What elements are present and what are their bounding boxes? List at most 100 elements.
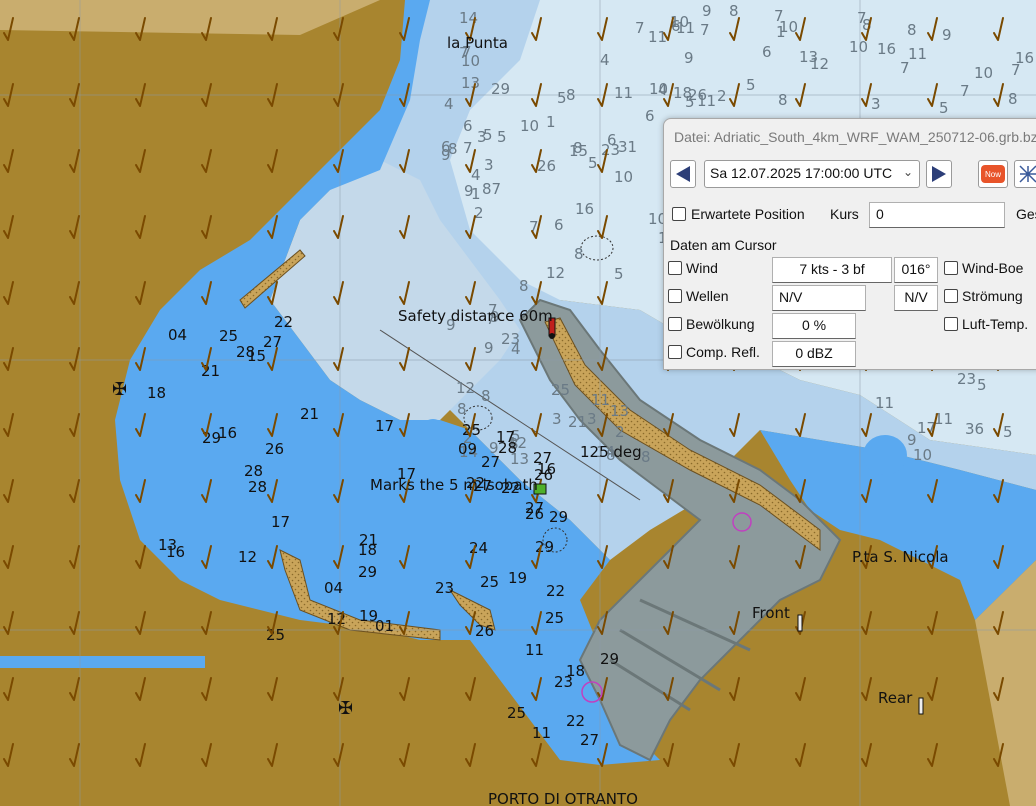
sounding-label: 12 [810, 55, 829, 73]
waves-direction: N/V [894, 285, 938, 311]
clouds-value: 0 % [772, 313, 856, 339]
waves-value: N/V [772, 285, 866, 311]
sounding-label: 6 [463, 117, 473, 135]
sounding-label: 31 [618, 138, 637, 156]
label-safety-distance: Safety distance 60m [398, 307, 553, 325]
grid-toggle-button[interactable] [1014, 160, 1036, 188]
sounding-label: 10 [974, 64, 993, 82]
label-rear: Rear [878, 689, 913, 707]
air-temp-checkbox[interactable] [944, 317, 958, 331]
course-input[interactable]: 0 [869, 202, 1005, 228]
sounding-label: 8 [457, 400, 467, 418]
sounding-label: 28 [248, 478, 267, 496]
grib-panel[interactable]: Datei: Adriatic_South_4km_WRF_WAM_250712… [663, 118, 1036, 370]
wind-checkbox[interactable] [668, 261, 682, 275]
sounding-label: 11 [525, 641, 544, 659]
sounding-label: 6 [762, 43, 772, 61]
now-button[interactable]: Now [978, 160, 1008, 188]
air-temp-label: Luft-Temp. [962, 316, 1029, 332]
sounding-label: 29 [600, 650, 619, 668]
sounding-label: 16 [575, 200, 594, 218]
sounding-label: 8 [574, 245, 584, 263]
sounding-label: 8 [573, 139, 583, 157]
shallow-patch-1 [421, 419, 445, 441]
sounding-label: 8 [481, 387, 491, 405]
sounding-label: 2 [717, 87, 727, 105]
sounding-label: 26 [525, 505, 544, 523]
lighthouse-rear [918, 697, 924, 715]
sounding-label: 22 [274, 313, 293, 331]
sounding-label: 09 [458, 440, 477, 458]
sounding-label: 25 [507, 704, 526, 722]
sounding-label: 28 [244, 462, 263, 480]
sounding-label: 21 [568, 413, 587, 431]
label-course: 125 deg [580, 443, 642, 461]
sounding-label: 10 [520, 117, 539, 135]
wind-label: Wind [686, 260, 718, 276]
speed-label: Ges [1016, 206, 1036, 222]
sounding-label: 11 [908, 45, 927, 63]
prev-time-button[interactable] [670, 160, 696, 188]
sounding-label: 12 [456, 379, 475, 397]
sounding-label: 04 [168, 326, 187, 344]
chevron-down-icon: ⌄ [902, 165, 913, 179]
sounding-label: 3 [871, 95, 881, 113]
prev-icon [676, 166, 690, 182]
label-isobath-note: Marks the 5 m isobath [370, 476, 538, 494]
sounding-label: 5 [588, 154, 598, 172]
sounding-label: 4 [658, 81, 668, 99]
sounding-label: 7 [900, 59, 910, 77]
clouds-checkbox[interactable] [668, 317, 682, 331]
sounding-label: 9 [684, 49, 694, 67]
sounding-label: 23 [435, 579, 454, 597]
sounding-label: 10 [849, 38, 868, 56]
sounding-label: 25 [545, 609, 564, 627]
sounding-label: 4 [444, 95, 454, 113]
sounding-label: 24 [469, 539, 488, 557]
sounding-label: 23 [554, 673, 573, 691]
sounding-label: 11 [532, 724, 551, 742]
wind-gust-checkbox[interactable] [944, 261, 958, 275]
sounding-label: 11 [875, 394, 894, 412]
label-la-punta: la Punta [447, 34, 508, 52]
refl-checkbox[interactable] [668, 345, 682, 359]
sounding-label: 01 [375, 617, 394, 635]
lighthouse-front [797, 614, 803, 632]
sounding-label: 27 [481, 453, 500, 471]
next-time-button[interactable] [926, 160, 952, 188]
sounding-label: 6 [441, 138, 451, 156]
sounding-label: 11 [614, 84, 633, 102]
sounding-label: 4 [511, 340, 521, 358]
grid-icon [1019, 165, 1036, 183]
sounding-label: 26 [475, 622, 494, 640]
waves-checkbox[interactable] [668, 289, 682, 303]
sounding-label: 87 [482, 180, 501, 198]
sounding-label: 21 [359, 531, 378, 549]
sounding-label: 3 [587, 410, 597, 428]
sounding-label: 36 [965, 420, 984, 438]
current-label: Strömung [962, 288, 1023, 304]
sounding-label: 7 [1011, 61, 1021, 79]
current-checkbox[interactable] [944, 289, 958, 303]
canal [0, 656, 205, 668]
sounding-label: 26 [265, 440, 284, 458]
sounding-label: 3 [552, 410, 562, 428]
sounding-label: 8 [778, 91, 788, 109]
cursor-data-heading: Daten am Cursor [670, 237, 777, 253]
sounding-label: 5 [557, 89, 567, 107]
sounding-label: 29 [535, 538, 554, 556]
wind-gust-label: Wind-Boe [962, 260, 1024, 276]
sounding-label: 23 [957, 370, 976, 388]
sounding-label: 7 [700, 21, 710, 39]
sounding-label: 8 [519, 277, 529, 295]
sounding-label: 5 [614, 265, 624, 283]
sounding-label: 25 [551, 381, 570, 399]
date-select[interactable]: Sa 12.07.2025 17:00:00 UTC ⌄ [704, 160, 920, 188]
label-porto-di-otranto: PORTO DI OTRANTO [488, 790, 638, 806]
sounding-label: 19 [508, 569, 527, 587]
sounding-label: 7 [960, 82, 970, 100]
expected-position-checkbox[interactable] [672, 207, 686, 221]
sounding-label: 17 [375, 417, 394, 435]
expected-position-label: Erwartete Position [691, 206, 805, 222]
sounding-label: 29 [358, 563, 377, 581]
